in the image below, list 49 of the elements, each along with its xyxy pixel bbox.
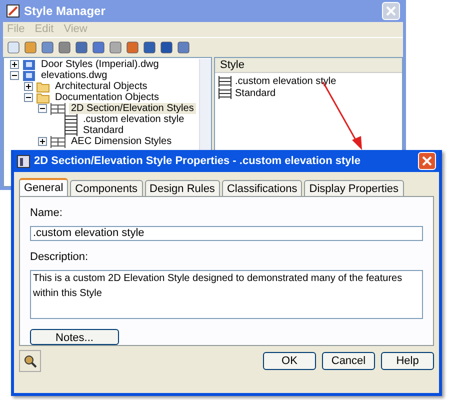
field-label: Description: <box>30 250 90 266</box>
close-icon <box>386 6 396 16</box>
help-tool-button[interactable] <box>19 350 41 372</box>
collapse-toggle[interactable] <box>10 71 19 80</box>
dialog-button[interactable]: OK <box>263 352 316 370</box>
tab[interactable]: General <box>19 178 68 196</box>
field-label: Name: <box>30 206 64 221</box>
tab[interactable]: Display Properties <box>304 180 404 196</box>
style-category-icon <box>50 102 66 114</box>
dialog-button[interactable]: Cancel <box>322 352 375 370</box>
tree-item[interactable]: elevations.dwg <box>39 70 110 81</box>
folder-icon <box>36 80 50 92</box>
tree-item[interactable]: AEC Dimension Styles <box>69 136 174 147</box>
style-icon <box>64 125 78 136</box>
expand-toggle[interactable] <box>10 60 19 69</box>
tree-item[interactable]: Door Styles (Imperial).dwg <box>39 59 161 70</box>
tree-item[interactable]: .custom elevation style <box>81 114 186 125</box>
style-icon <box>64 114 78 125</box>
dialog-icon <box>17 154 30 168</box>
expand-toggle[interactable] <box>24 82 33 91</box>
tab[interactable]: Components <box>70 180 143 196</box>
name-field[interactable]: .custom elevation style <box>30 226 423 242</box>
style-icon <box>218 76 232 86</box>
folder-icon <box>36 92 50 104</box>
magnifier-icon <box>23 354 37 368</box>
collapse-toggle[interactable] <box>38 104 47 113</box>
dialog-title: 2D Section/Elevation Style Properties - .custom elevation style <box>34 154 360 169</box>
dialog-button[interactable]: Help <box>381 352 434 370</box>
list-item[interactable]: .custom elevation style <box>235 74 336 88</box>
tree-item[interactable]: Documentation Objects <box>53 92 161 103</box>
tree-item[interactable]: Standard <box>81 125 126 136</box>
list-item[interactable]: Standard <box>235 86 276 100</box>
window-title: Style Manager <box>24 3 106 20</box>
expand-toggle[interactable] <box>38 137 47 146</box>
tree-item[interactable]: 2D Section/Elevation Styles <box>69 103 196 114</box>
tab[interactable]: Classifications <box>222 180 302 196</box>
style-icon <box>218 88 232 98</box>
close-button[interactable] <box>418 152 436 170</box>
close-icon <box>422 156 432 166</box>
app-icon <box>6 4 20 18</box>
collapse-toggle[interactable] <box>24 93 33 102</box>
tab[interactable]: Design Rules <box>144 180 220 196</box>
description-field[interactable]: This is a custom 2D Elevation Style designed to demonstrated many of the features within this Style <box>30 270 423 319</box>
tree-item[interactable]: Architectural Objects <box>53 81 150 92</box>
column-header[interactable]: Style <box>215 58 402 73</box>
style-category-icon <box>50 136 66 148</box>
drawing-file-icon <box>22 58 36 70</box>
notes-button[interactable]: Notes... <box>30 329 119 345</box>
drawing-file-icon <box>22 70 36 82</box>
